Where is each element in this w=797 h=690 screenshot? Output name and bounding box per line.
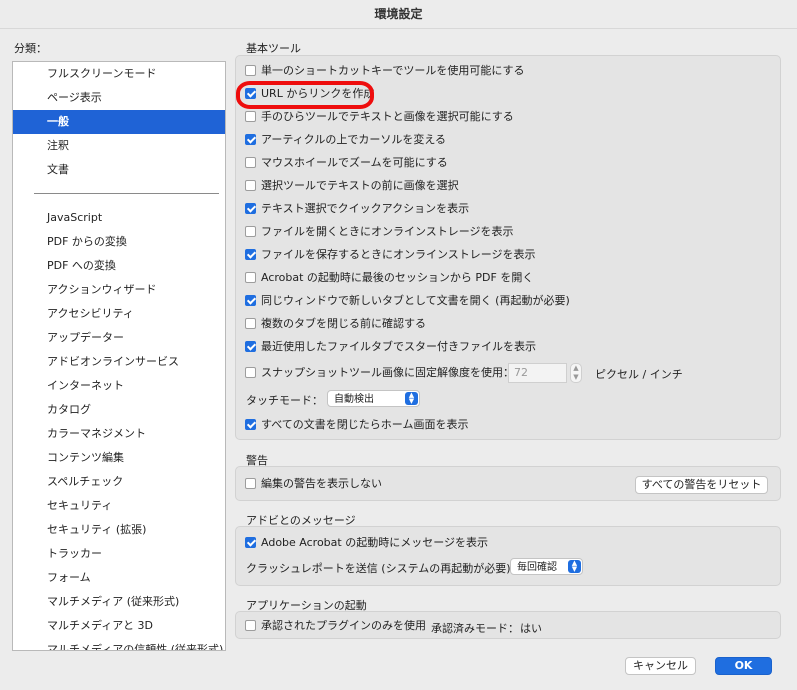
option-reopen-last-session[interactable]: Acrobat の起動時に最後のセッションから PDF を開く xyxy=(245,269,533,287)
chevron-down-icon: ▼ xyxy=(573,373,579,381)
checkbox-checked[interactable] xyxy=(245,295,256,306)
sidebar-divider xyxy=(34,193,219,194)
checkbox[interactable] xyxy=(245,65,256,76)
checkbox-checked[interactable] xyxy=(245,134,256,145)
sidebar-item-forms[interactable]: フォーム xyxy=(13,566,225,590)
approved-mode-label: 承認済みモード： xyxy=(431,622,519,635)
option-hide-edit-warnings[interactable]: 編集の警告を表示しない xyxy=(245,475,382,493)
sidebar-item-multimedia-3d[interactable]: マルチメディアと 3D xyxy=(13,614,225,638)
sidebar-item-commenting[interactable]: 注釈 xyxy=(13,134,225,158)
sidebar-item-action-wizard[interactable]: アクションウィザード xyxy=(13,278,225,302)
crash-report-label: クラッシュレポートを送信 (システムの再起動が必要): xyxy=(246,562,515,575)
option-approved-plugins-only[interactable]: 承認されたプラグインのみを使用 xyxy=(245,617,426,635)
sidebar-item-multimedia-trust-legacy[interactable]: マルチメディアの信頼性 (従来形式) xyxy=(13,638,225,650)
sidebar-item-page-display[interactable]: ページ表示 xyxy=(13,86,225,110)
checkbox-checked[interactable] xyxy=(245,341,256,352)
option-quick-actions[interactable]: テキスト選択でクイックアクションを表示 xyxy=(245,200,469,218)
sidebar-item-convert-to-pdf[interactable]: PDF への変換 xyxy=(13,254,225,278)
checkbox[interactable] xyxy=(245,620,256,631)
category-label: 分類： xyxy=(14,42,47,55)
window-title: 環境設定 xyxy=(0,0,797,29)
sidebar-item-internet[interactable]: インターネット xyxy=(13,374,225,398)
resolution-unit: ピクセル / インチ xyxy=(595,368,683,381)
sidebar-item-content-editing[interactable]: コンテンツ編集 xyxy=(13,446,225,470)
sidebar-item-tracker[interactable]: トラッカー xyxy=(13,542,225,566)
cancel-button[interactable]: キャンセル xyxy=(625,657,696,675)
option-starred-files[interactable]: 最近使用したファイルタブでスター付きファイルを表示 xyxy=(245,338,536,356)
option-show-messages-on-launch[interactable]: Adobe Acrobat の起動時にメッセージを表示 xyxy=(245,534,488,552)
option-hand-tool-select-text[interactable]: 手のひらツールでテキストと画像を選択可能にする xyxy=(245,108,514,126)
option-confirm-close-tabs[interactable]: 複数のタブを閉じる前に確認する xyxy=(245,315,426,333)
red-highlight-annotation xyxy=(236,81,374,109)
sidebar-item-color-management[interactable]: カラーマネジメント xyxy=(13,422,225,446)
sidebar-item-convert-from-pdf[interactable]: PDF からの変換 xyxy=(13,230,225,254)
checkbox[interactable] xyxy=(245,180,256,191)
checkbox[interactable] xyxy=(245,111,256,122)
popup-arrows-icon: ▲ ▼ xyxy=(405,392,418,405)
resolution-input[interactable]: 72 xyxy=(508,363,567,383)
sidebar-item-accessibility[interactable]: アクセシビリティ xyxy=(13,302,225,326)
checkbox-checked[interactable] xyxy=(245,249,256,260)
option-article-cursor[interactable]: アーティクルの上でカーソルを変える xyxy=(245,131,446,149)
checkbox[interactable] xyxy=(245,226,256,237)
sidebar-item-documents[interactable]: 文書 xyxy=(13,158,225,182)
crash-report-select[interactable]: 毎回確認 ▲ ▼ xyxy=(510,558,583,575)
sidebar-item-spelling[interactable]: スペルチェック xyxy=(13,470,225,494)
option-home-on-close[interactable]: すべての文書を閉じたらホーム画面を表示 xyxy=(245,416,468,434)
chevron-up-icon: ▲ xyxy=(573,364,579,372)
checkbox-checked[interactable] xyxy=(245,537,256,548)
checkbox[interactable] xyxy=(245,367,256,378)
option-online-storage-save[interactable]: ファイルを保存するときにオンラインストレージを表示 xyxy=(245,246,536,264)
popup-arrows-icon: ▲ ▼ xyxy=(568,560,581,573)
reset-warnings-button[interactable]: すべての警告をリセット xyxy=(635,476,768,494)
sidebar-item-multimedia-legacy[interactable]: マルチメディア (従来形式) xyxy=(13,590,225,614)
resolution-stepper[interactable]: ▲ ▼ xyxy=(570,363,582,383)
checkbox[interactable] xyxy=(245,272,256,283)
option-online-storage-open[interactable]: ファイルを開くときにオンラインストレージを表示 xyxy=(245,223,514,241)
sidebar-item-general[interactable]: 一般 xyxy=(13,110,225,134)
sidebar-item-catalog[interactable]: カタログ xyxy=(13,398,225,422)
checkbox-checked[interactable] xyxy=(245,419,256,430)
touch-mode-select[interactable]: 自動検出 ▲ ▼ xyxy=(327,390,420,407)
option-single-key-shortcuts[interactable]: 単一のショートカットキーでツールを使用可能にする xyxy=(245,62,524,80)
ok-button[interactable]: OK xyxy=(715,657,772,675)
touch-mode-label: タッチモード： xyxy=(246,394,323,407)
checkbox[interactable] xyxy=(245,478,256,489)
option-snapshot-fixed-resolution[interactable]: スナップショットツール画像に固定解像度を使用： xyxy=(245,364,514,382)
option-wheel-zoom[interactable]: マウスホイールでズームを可能にする xyxy=(245,154,448,172)
sidebar-item-security[interactable]: セキュリティ xyxy=(13,494,225,518)
sidebar-item-javascript[interactable]: JavaScript xyxy=(13,206,225,230)
checkbox[interactable] xyxy=(245,318,256,329)
sidebar-item-updater[interactable]: アップデーター xyxy=(13,326,225,350)
option-select-image-before-text[interactable]: 選択ツールでテキストの前に画像を選択 xyxy=(245,177,459,195)
sidebar-item-fullscreen[interactable]: フルスクリーンモード xyxy=(13,62,225,86)
category-list[interactable]: フルスクリーンモード ページ表示 一般 注釈 文書 JavaScript PDF… xyxy=(12,61,226,651)
checkbox[interactable] xyxy=(245,157,256,168)
section-basic-tools-label: 基本ツール xyxy=(246,42,301,55)
sidebar-item-security-enhanced[interactable]: セキュリティ (拡張) xyxy=(13,518,225,542)
sidebar-item-adobe-online-services[interactable]: アドビオンラインサービス xyxy=(13,350,225,374)
approved-mode-value: はい xyxy=(520,622,542,635)
checkbox-checked[interactable] xyxy=(245,203,256,214)
option-open-in-new-tab[interactable]: 同じウィンドウで新しいタブとして文書を開く (再起動が必要) xyxy=(245,292,570,310)
